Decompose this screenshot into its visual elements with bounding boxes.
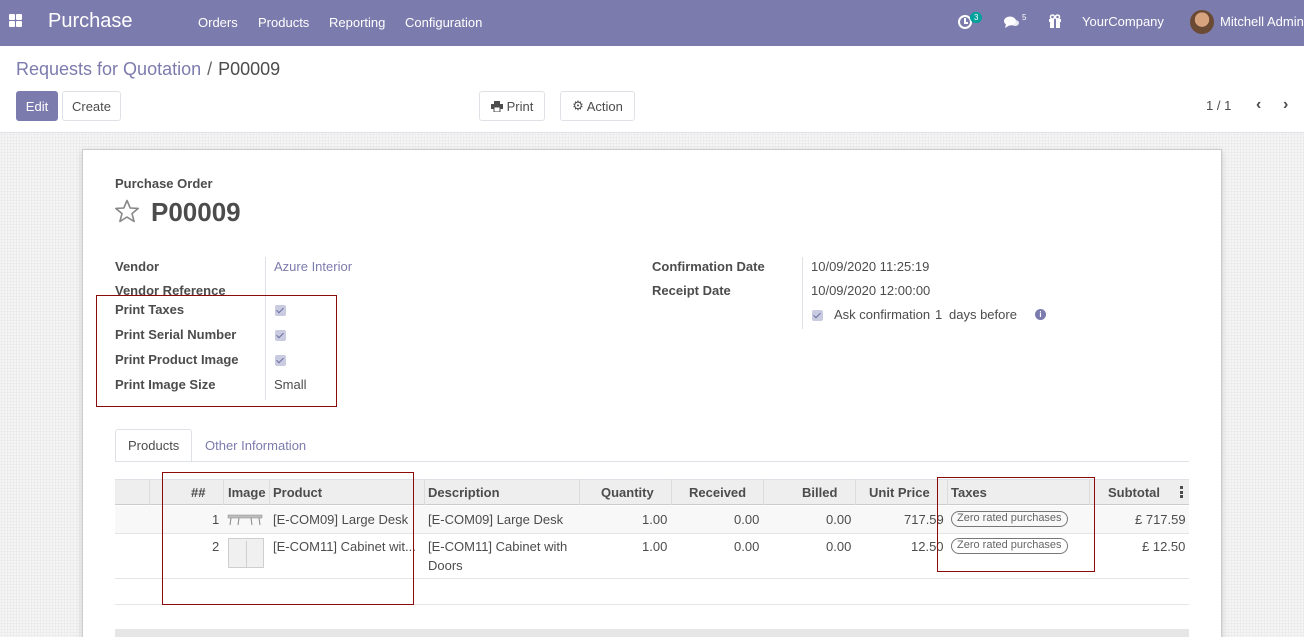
- gift-icon[interactable]: [1048, 14, 1062, 28]
- action-button-label: Action: [586, 98, 623, 114]
- info-icon[interactable]: i: [1035, 309, 1046, 320]
- menu-configuration[interactable]: Configuration: [405, 15, 482, 30]
- receipt-date-label: Receipt Date: [652, 283, 731, 298]
- row-description-line2: Doors: [428, 558, 463, 573]
- row-received: 0.00: [734, 512, 760, 527]
- highlight-box-print-options: [96, 295, 337, 407]
- gear-icon: ⚙: [572, 98, 584, 113]
- vendor-value[interactable]: Azure Interior: [274, 259, 352, 274]
- column-header-quantity[interactable]: Quantity: [601, 485, 654, 500]
- row-billed: 0.00: [826, 512, 852, 527]
- edit-button[interactable]: Edit: [16, 91, 58, 121]
- row-received: 0.00: [734, 539, 760, 554]
- ask-confirmation-days[interactable]: 1: [935, 307, 942, 322]
- menu-reporting[interactable]: Reporting: [329, 15, 385, 30]
- top-navbar: Purchase Orders Products Reporting Confi…: [0, 0, 1304, 46]
- doc-type-label: Purchase Order: [115, 176, 213, 191]
- highlight-box-image-columns: [162, 472, 414, 605]
- row-subtotal: £ 12.50: [1142, 539, 1186, 554]
- menu-products[interactable]: Products: [258, 15, 309, 30]
- tabs-underline: [115, 461, 1189, 462]
- user-avatar[interactable]: [1190, 10, 1214, 34]
- ask-confirmation-checkbox[interactable]: [812, 310, 823, 321]
- action-button[interactable]: ⚙ Action: [560, 91, 635, 121]
- messages-count-badge: 5: [1022, 13, 1027, 22]
- column-header-received[interactable]: Received: [689, 485, 746, 500]
- column-header-billed[interactable]: Billed: [802, 485, 837, 500]
- highlight-box-taxes-column: [937, 477, 1095, 572]
- header-separator: [671, 479, 672, 505]
- print-button[interactable]: Print: [479, 91, 545, 121]
- print-icon: [490, 100, 503, 112]
- header-separator: [855, 479, 856, 505]
- header-separator: [763, 479, 764, 505]
- ask-confirmation-suffix: days before: [949, 307, 1017, 322]
- menu-orders[interactable]: Orders: [198, 15, 238, 30]
- ask-confirmation-prefix: Ask confirmation: [834, 307, 931, 322]
- form-footer-bar: [115, 629, 1189, 637]
- confirmation-date-value[interactable]: 10/09/2020 11:25:19: [811, 259, 929, 274]
- tab-products[interactable]: Products: [115, 429, 193, 462]
- apps-grid-icon[interactable]: [9, 14, 23, 28]
- chevron-left-icon[interactable]: ‹: [1256, 96, 1261, 114]
- tab-other-information[interactable]: Other Information: [193, 429, 318, 462]
- user-menu[interactable]: Mitchell Admin: [1220, 14, 1304, 29]
- breadcrumb-current: P00009: [218, 59, 281, 79]
- record-name: P00009: [151, 197, 241, 227]
- receipt-date-value[interactable]: 10/09/2020 12:00:00: [811, 283, 930, 298]
- header-separator: [579, 479, 580, 505]
- messages-icon[interactable]: [1004, 15, 1020, 29]
- row-description-line1: [E-COM11] Cabinet with: [428, 539, 568, 554]
- create-button[interactable]: Create: [62, 91, 121, 121]
- activity-count-badge: 3: [970, 12, 983, 23]
- vendor-label: Vendor: [115, 259, 160, 274]
- column-header-description[interactable]: Description: [428, 485, 500, 500]
- confirmation-date-label: Confirmation Date: [652, 259, 765, 274]
- breadcrumb-parent[interactable]: Requests for Quotation: [16, 59, 201, 79]
- app-title[interactable]: Purchase: [48, 10, 133, 33]
- right-group-divider: [802, 257, 803, 329]
- column-options-icon[interactable]: [1180, 486, 1184, 498]
- column-header-unit-price[interactable]: Unit Price: [869, 485, 930, 500]
- row-quantity: 1.00: [642, 512, 668, 527]
- column-header-subtotal[interactable]: Subtotal: [1108, 485, 1160, 500]
- row-quantity: 1.00: [642, 539, 668, 554]
- header-separator: [424, 479, 425, 505]
- row-description: [E-COM09] Large Desk: [428, 512, 564, 527]
- company-switcher[interactable]: YourCompany: [1082, 14, 1164, 29]
- row-billed: 0.00: [826, 539, 852, 554]
- breadcrumb: Requests for Quotation / P00009: [16, 59, 280, 80]
- pager-value[interactable]: 1 / 1: [1206, 98, 1231, 113]
- breadcrumb-separator: /: [207, 59, 213, 79]
- row-subtotal: £ 717.59: [1135, 512, 1186, 527]
- chevron-right-icon[interactable]: ›: [1283, 96, 1288, 114]
- star-icon[interactable]: [114, 199, 140, 223]
- header-separator: [149, 479, 150, 505]
- print-button-label: Print: [506, 98, 534, 114]
